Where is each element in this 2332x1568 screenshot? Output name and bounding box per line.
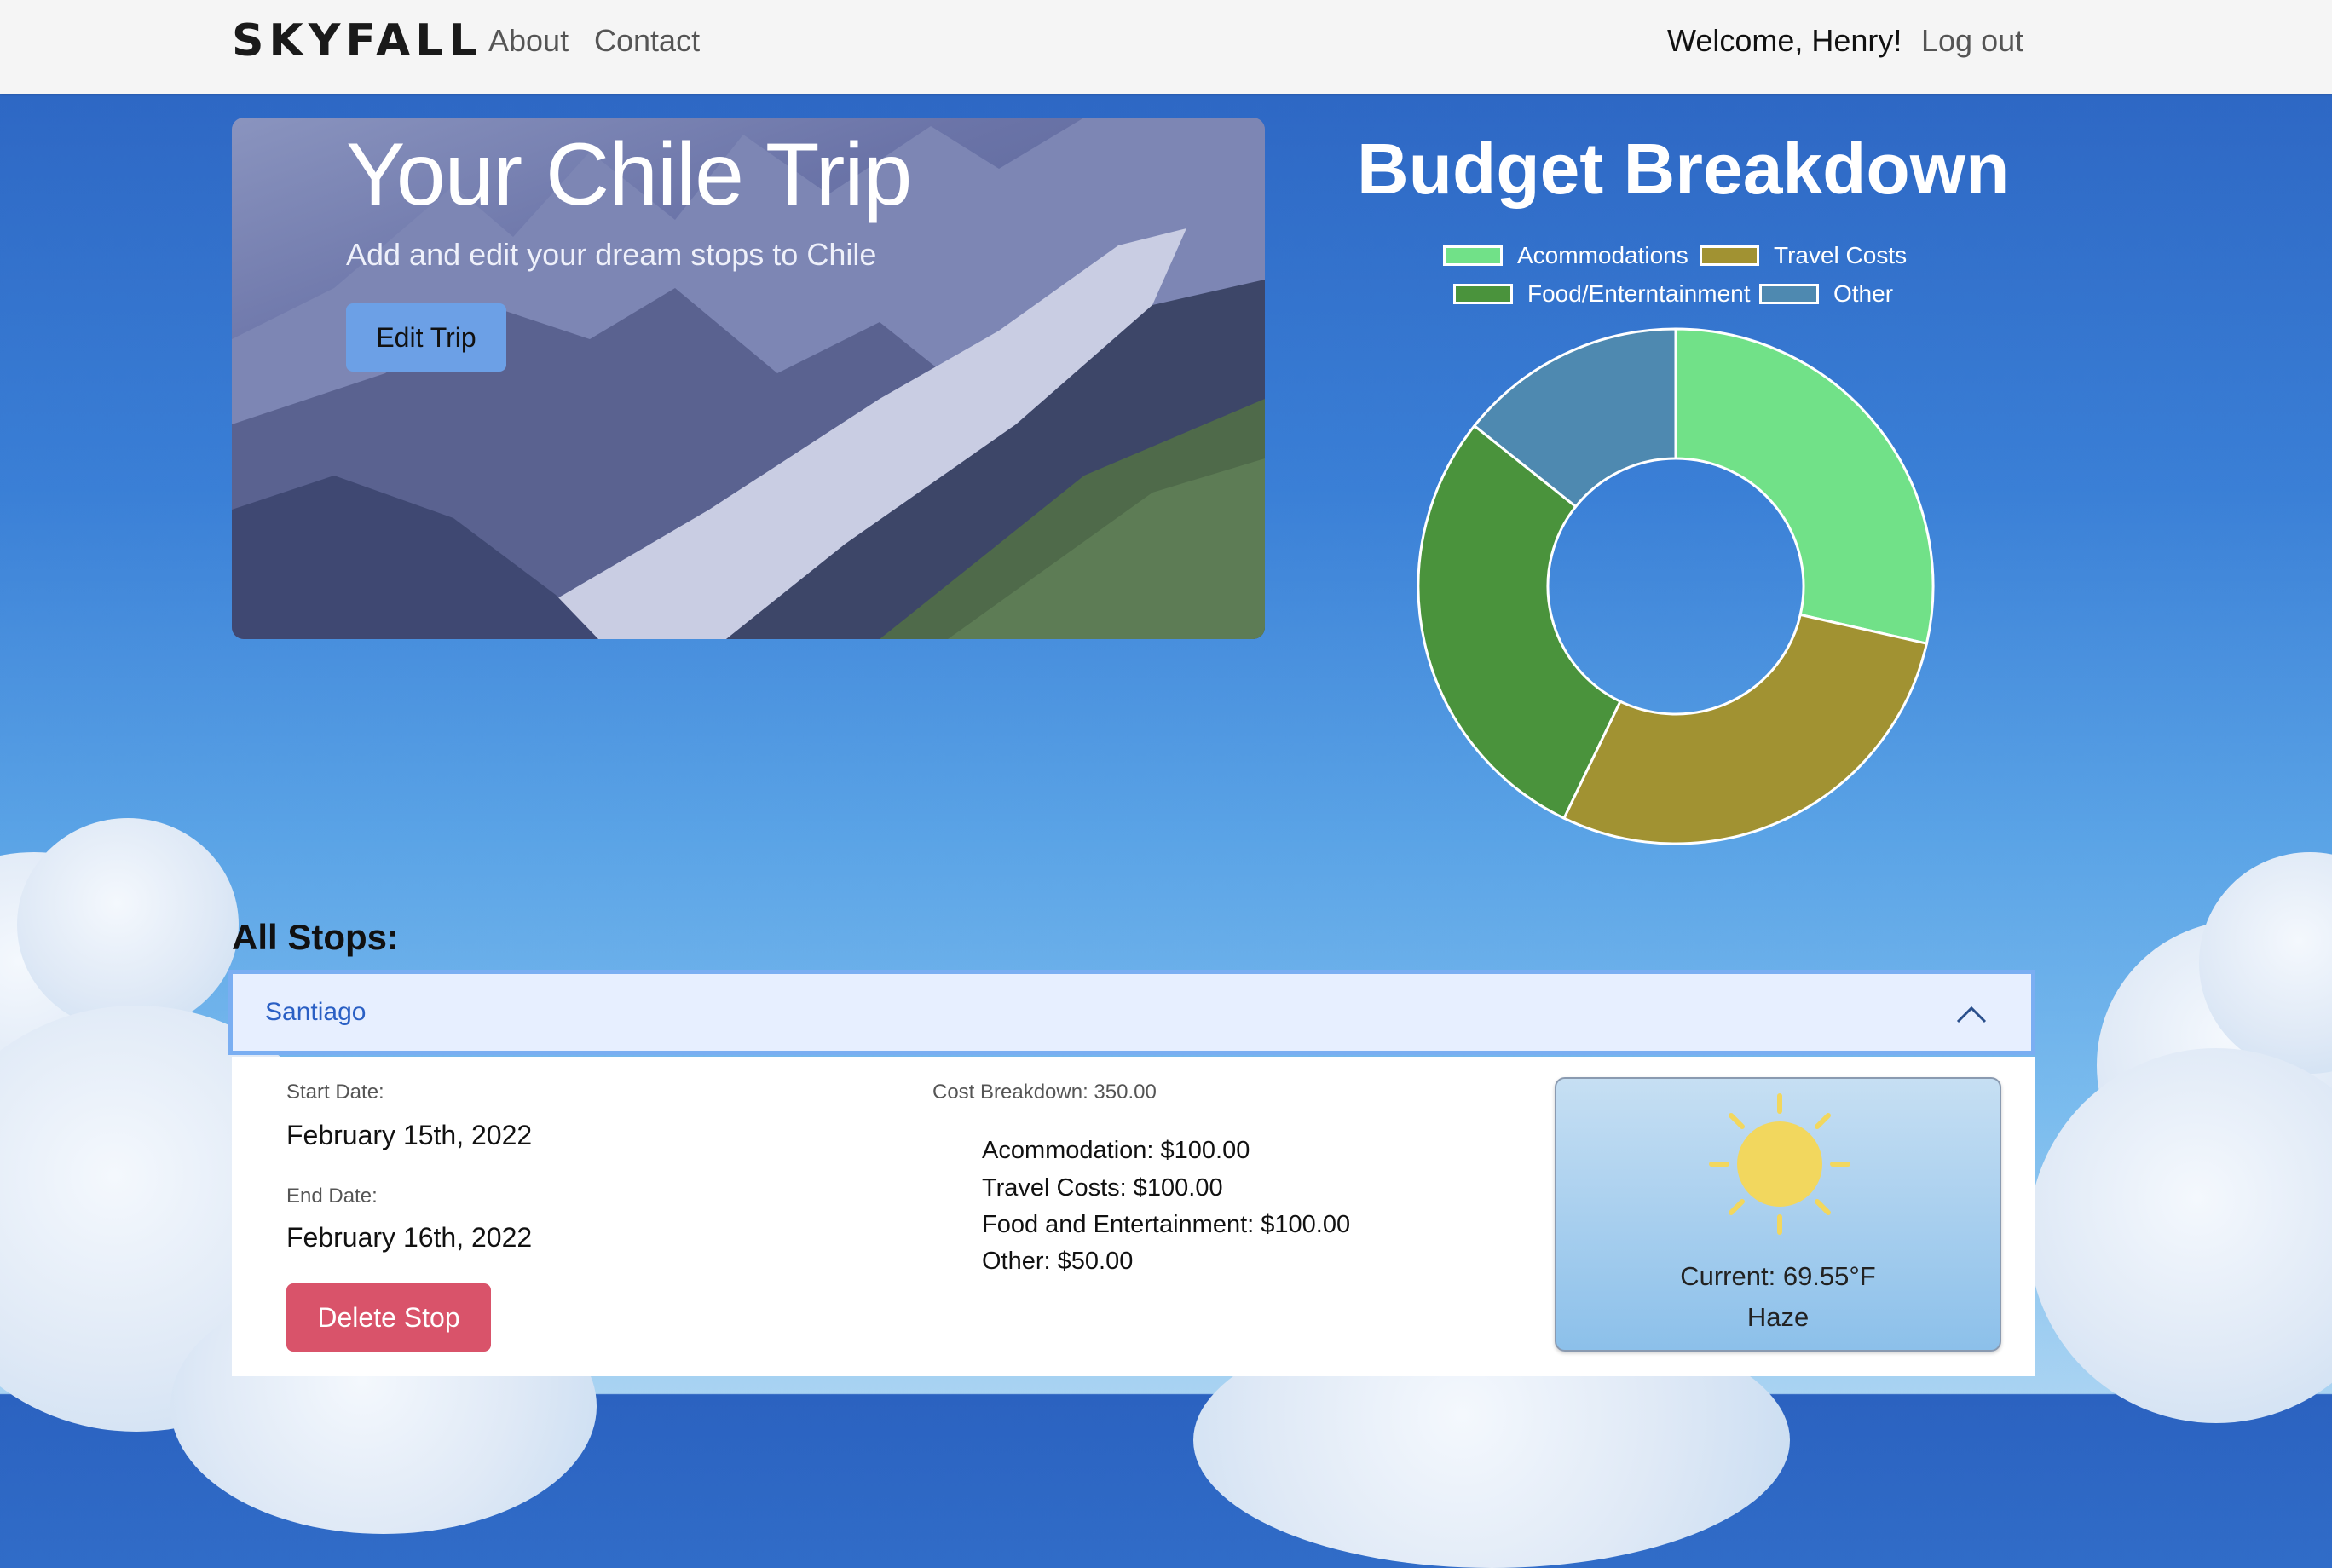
legend-label-food-entertainment: Food/Enterntainment	[1527, 280, 1751, 307]
donut-slice-accommodations[interactable]	[1674, 327, 1935, 645]
end-date-value: February 16th, 2022	[286, 1222, 533, 1253]
weather-card: Current: 69.55°F Haze	[1555, 1077, 2001, 1352]
cost-other: Other: $50.00	[982, 1248, 1134, 1275]
stop-accordion-body: Start Date: February 15th, 2022 End Date…	[232, 1057, 2035, 1376]
sun-icon	[1709, 1093, 1850, 1235]
weather-current-temp: Current: 69.55°F	[1680, 1261, 1876, 1291]
legend-swatch-travel-costs[interactable]	[1700, 245, 1759, 266]
budget-title: Budget Breakdown	[1357, 129, 2010, 209]
nav-link-about[interactable]: About	[488, 23, 569, 59]
cost-food-entertainment: Food and Entertainment: $100.00	[982, 1211, 1351, 1238]
cost-breakdown-label: Cost Breakdown: 350.00	[932, 1081, 1157, 1104]
cost-accommodation: Acommodation: $100.00	[982, 1137, 1250, 1164]
legend-swatch-other[interactable]	[1759, 284, 1819, 304]
budget-donut-chart	[1417, 327, 1935, 845]
legend-label-accommodations: Acommodations	[1517, 242, 1688, 268]
hero-subtitle: Add and edit your dream stops to Chile	[346, 237, 877, 272]
delete-stop-button[interactable]: Delete Stop	[286, 1283, 491, 1352]
brand-logo[interactable]: SKYFALL	[232, 15, 482, 66]
legend-swatch-food-entertainment[interactable]	[1453, 284, 1513, 304]
legend-label-travel-costs: Travel Costs	[1774, 242, 1908, 268]
end-date-label: End Date:	[286, 1185, 378, 1208]
weather-condition: Haze	[1746, 1302, 1810, 1332]
start-date-label: Start Date:	[286, 1081, 384, 1104]
hero-title: Your Chile Trip	[346, 125, 912, 224]
welcome-text: Welcome, Henry!	[1667, 23, 1902, 58]
stops-title: All Stops:	[232, 917, 399, 957]
legend-label-other: Other	[1833, 280, 1894, 307]
navbar: SKYFALL About Contact Welcome, Henry! Lo…	[0, 0, 2332, 94]
stop-accordion-header[interactable]: Santiago	[228, 970, 2035, 1055]
nav-link-contact[interactable]: Contact	[594, 23, 700, 59]
hero-card: Your Chile Trip Add and edit your dream …	[232, 118, 1265, 639]
legend-swatch-accommodations[interactable]	[1443, 245, 1503, 266]
logout-link[interactable]: Log out	[1921, 23, 2023, 59]
donut-slice-travel-costs[interactable]	[1561, 613, 1929, 845]
cost-travel: Travel Costs: $100.00	[982, 1174, 1223, 1202]
chevron-up-icon[interactable]	[1954, 1003, 1989, 1025]
stop-name: Santiago	[265, 998, 367, 1026]
start-date-value: February 15th, 2022	[286, 1120, 533, 1150]
edit-trip-button[interactable]: Edit Trip	[346, 303, 506, 372]
